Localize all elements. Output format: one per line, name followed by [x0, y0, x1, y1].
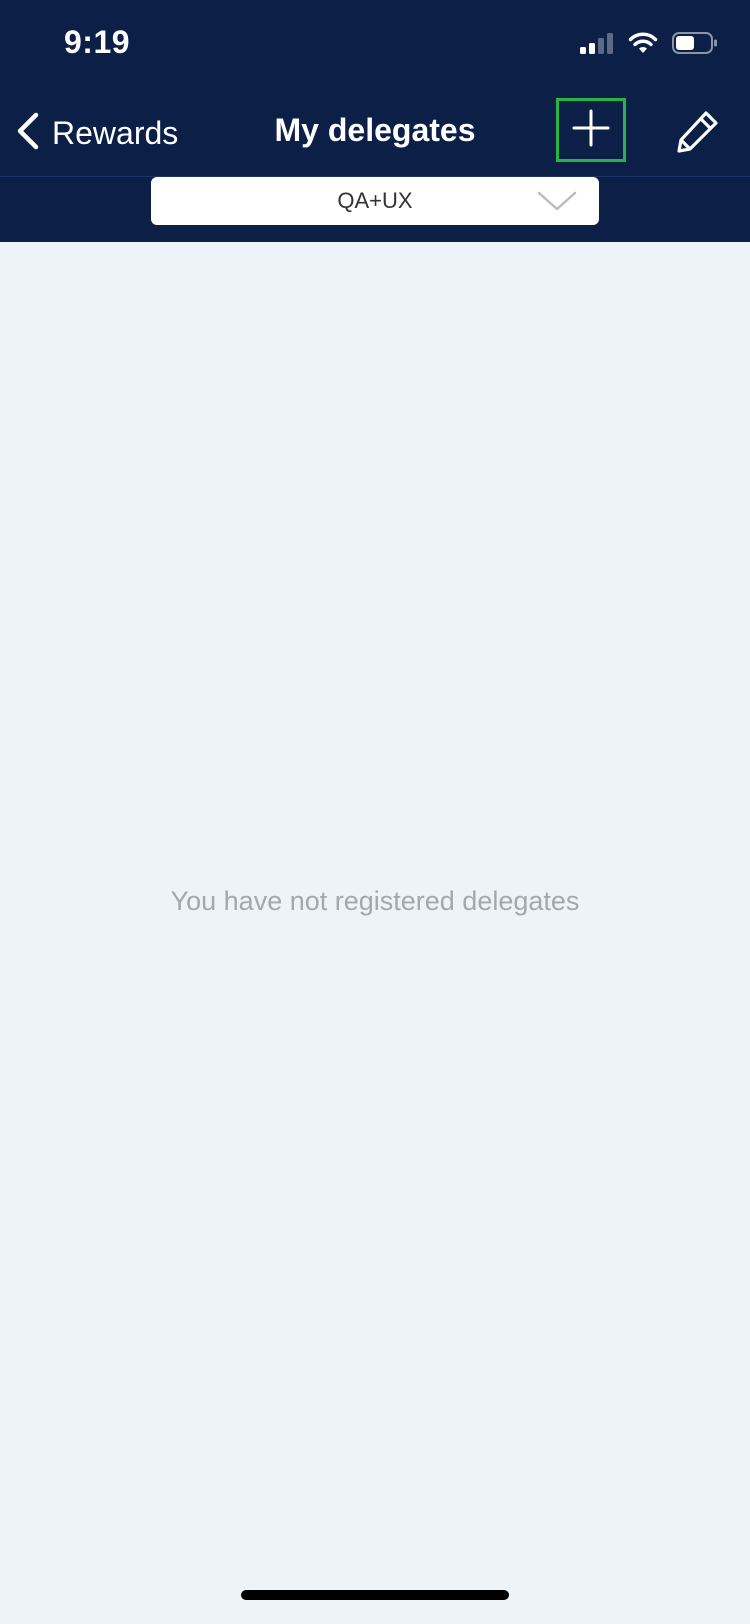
- cellular-signal-icon: [580, 32, 614, 59]
- pencil-icon: [675, 108, 721, 159]
- chevron-down-icon: [537, 189, 577, 218]
- status-icons: [580, 28, 718, 62]
- group-selector-value: QA+UX: [337, 188, 413, 213]
- wifi-icon: [628, 32, 658, 59]
- delegates-content: You have not registered delegates: [0, 242, 750, 1624]
- edit-button[interactable]: [668, 106, 728, 160]
- header: 9:19 Rewards My delegates QA+UX: [0, 0, 750, 242]
- add-delegate-button[interactable]: [556, 98, 626, 162]
- status-bar: 9:19: [0, 0, 750, 90]
- empty-state-message: You have not registered delegates: [170, 886, 580, 916]
- back-button-label: Rewards: [52, 114, 179, 151]
- home-indicator[interactable]: [241, 1590, 509, 1600]
- battery-icon: [672, 31, 718, 59]
- group-selector-dropdown[interactable]: QA+UX: [151, 177, 599, 225]
- chevron-left-icon: [14, 111, 42, 156]
- back-button[interactable]: Rewards: [14, 110, 178, 156]
- navigation-bar: Rewards My delegates: [0, 90, 750, 177]
- plus-icon: [571, 108, 611, 153]
- status-time: 9:19: [64, 24, 131, 60]
